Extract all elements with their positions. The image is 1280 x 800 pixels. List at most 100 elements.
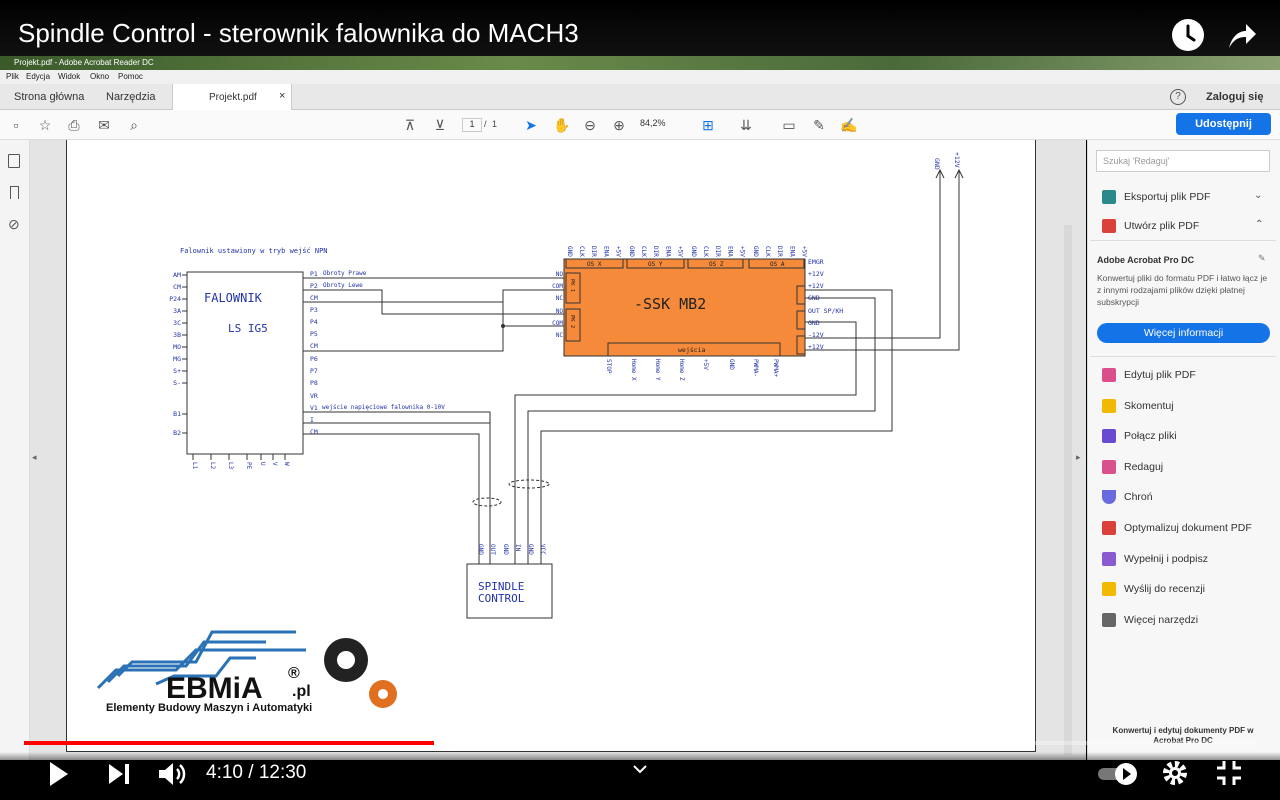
bookmark-icon[interactable] bbox=[10, 186, 19, 199]
share-button[interactable]: Udostępnij bbox=[1176, 113, 1271, 135]
share-button-label: Udostępnij bbox=[1195, 118, 1252, 130]
comment-icon[interactable]: ▭ bbox=[781, 117, 797, 133]
tool-fill-sign[interactable]: Wypełnij i podpisz bbox=[1102, 552, 1208, 566]
next-page-icon[interactable]: ⊻ bbox=[432, 117, 448, 133]
zoom-select[interactable]: 84,2% bbox=[640, 118, 686, 132]
menu-view[interactable]: Widok bbox=[58, 72, 80, 81]
select-cursor-icon[interactable]: ➤ bbox=[523, 117, 539, 133]
tool-more[interactable]: Więcej narzędzi bbox=[1102, 613, 1198, 627]
send-review-icon bbox=[1102, 582, 1116, 596]
logo-suffix: .pl bbox=[292, 683, 311, 700]
collapse-left-panel-icon[interactable]: ◂ bbox=[32, 452, 37, 463]
print-icon[interactable]: ⎙ bbox=[66, 117, 82, 133]
tool-optimize[interactable]: Optymalizuj dokument PDF bbox=[1102, 521, 1252, 535]
play-icon[interactable] bbox=[44, 760, 72, 788]
fit-page-icon[interactable]: ⊞ bbox=[700, 117, 716, 133]
exit-fullscreen-icon[interactable] bbox=[1215, 759, 1243, 787]
prev-page-icon[interactable]: ⊼ bbox=[402, 117, 418, 133]
help-icon[interactable]: ? bbox=[1170, 89, 1186, 105]
fal-left-pin: B1 bbox=[173, 410, 181, 418]
ssk-right-pin: EMGR bbox=[808, 258, 824, 266]
zoom-out-icon[interactable]: ⊖ bbox=[582, 117, 598, 133]
share-arrow-icon[interactable] bbox=[1226, 20, 1258, 50]
export-pdf-item[interactable]: Eksportuj plik PDF bbox=[1102, 190, 1210, 204]
menu-edit[interactable]: Edycja bbox=[26, 72, 50, 81]
next-icon[interactable] bbox=[106, 762, 132, 786]
chevron-up-icon[interactable]: ⌃ bbox=[1255, 219, 1263, 230]
create-pdf-label: Utwórz plik PDF bbox=[1124, 219, 1200, 232]
ssk-top-pin: CLK bbox=[702, 246, 709, 257]
tools-search-input[interactable]: Szukaj 'Redaguj' bbox=[1096, 150, 1270, 172]
hand-icon[interactable]: ✋ bbox=[553, 117, 570, 133]
login-link[interactable]: Zaloguj się bbox=[1206, 91, 1263, 103]
tool-label: Więcej narzędzi bbox=[1124, 613, 1199, 626]
tab-tools[interactable]: Narzędzia bbox=[106, 91, 156, 103]
sign-icon[interactable]: ✍ bbox=[840, 117, 857, 133]
volume-icon[interactable] bbox=[156, 760, 188, 788]
player-controls bbox=[0, 752, 1280, 800]
ssk-top-pin: +5V bbox=[676, 246, 683, 257]
page-total: 1 bbox=[492, 119, 498, 129]
menu-help[interactable]: Pomoc bbox=[118, 72, 143, 81]
fal-right-pin: CM bbox=[310, 342, 318, 350]
star-icon[interactable]: ☆ bbox=[37, 117, 53, 133]
clock-icon[interactable] bbox=[1172, 19, 1204, 51]
document-scrollbar[interactable] bbox=[1064, 225, 1072, 755]
supply-12v-label: +12V bbox=[953, 152, 961, 168]
panel-divider bbox=[1090, 240, 1276, 241]
autoplay-toggle[interactable] bbox=[1096, 760, 1142, 786]
collapse-right-panel-icon[interactable]: ▸ bbox=[1076, 452, 1081, 463]
fal-left-pin: 3C bbox=[173, 319, 181, 327]
mail-icon[interactable]: ✉ bbox=[96, 117, 112, 133]
attachment-icon[interactable]: ⊘ bbox=[8, 216, 20, 233]
tools-search-placeholder: Szukaj 'Redaguj' bbox=[1103, 156, 1170, 166]
fal-left-pin: S- bbox=[173, 379, 181, 387]
settings-icon[interactable] bbox=[1161, 759, 1189, 787]
tool-redact[interactable]: Redaguj bbox=[1102, 460, 1163, 474]
progress-played[interactable] bbox=[24, 741, 435, 745]
wrench-icon bbox=[1102, 613, 1116, 627]
fal-bottom-pin: V bbox=[271, 462, 278, 466]
v1-label: wejście napięciowe falownika 0-10V bbox=[322, 404, 445, 411]
pin-icon[interactable]: ✎ bbox=[1258, 253, 1266, 264]
logo-name: EBMiA bbox=[166, 672, 263, 705]
zoom-in-icon[interactable]: ⊕ bbox=[611, 117, 627, 133]
tool-send-review[interactable]: Wyślij do recenzji bbox=[1102, 582, 1205, 596]
save-icon[interactable]: ▫ bbox=[8, 117, 24, 133]
spindle-label-2: CONTROL bbox=[478, 592, 525, 605]
page-input[interactable]: 1 bbox=[462, 118, 482, 132]
chevron-down-icon[interactable] bbox=[632, 764, 648, 776]
fill-sign-icon bbox=[1102, 552, 1116, 566]
pk1-label: PK 1 bbox=[569, 279, 575, 292]
menu-window[interactable]: Okno bbox=[90, 72, 109, 81]
more-info-button[interactable]: Więcej informacji bbox=[1097, 323, 1270, 343]
video-title[interactable]: Spindle Control - sterownik falownika do… bbox=[18, 18, 579, 49]
create-pdf-item[interactable]: Utwórz plik PDF bbox=[1102, 219, 1199, 233]
ssk-left-pin: COM bbox=[552, 283, 563, 290]
tool-protect[interactable]: Chroń bbox=[1102, 490, 1153, 504]
ssk-top-pin: DIR bbox=[652, 246, 659, 257]
panel-divider bbox=[1090, 356, 1276, 357]
ssk-bottom-pin: Home Y bbox=[654, 359, 661, 381]
tool-combine[interactable]: Połącz pliki bbox=[1102, 429, 1177, 443]
pages-thumbnail-icon[interactable] bbox=[8, 154, 20, 168]
tool-edit-pdf[interactable]: Edytuj plik PDF bbox=[1102, 368, 1196, 382]
falownik-model: LS IG5 bbox=[228, 322, 268, 335]
tool-comment[interactable]: Skomentuj bbox=[1102, 399, 1174, 413]
pro-title: Adobe Acrobat Pro DC bbox=[1097, 255, 1195, 265]
chevron-down-icon[interactable]: ⌄ bbox=[1254, 190, 1262, 201]
tab-document-label: Projekt.pdf bbox=[209, 92, 257, 103]
comment-tool-icon bbox=[1102, 399, 1116, 413]
menu-file[interactable]: Plik bbox=[6, 72, 19, 81]
highlight-icon[interactable]: ✎ bbox=[811, 117, 827, 133]
scroll-mode-icon[interactable]: ⇊ bbox=[738, 117, 754, 133]
tab-home[interactable]: Strona główna bbox=[14, 91, 84, 103]
ssk-top-pin: CLK bbox=[764, 246, 771, 257]
tab-close-button[interactable]: × bbox=[279, 90, 285, 102]
fal-right-pin: CM bbox=[310, 294, 318, 302]
search-icon[interactable]: ⌕ bbox=[126, 117, 142, 133]
tool-label: Edytuj plik PDF bbox=[1124, 368, 1196, 381]
fal-left-pin: P24 bbox=[169, 295, 181, 303]
tool-label: Wyślij do recenzji bbox=[1124, 582, 1206, 595]
ssk-left-pin: NC bbox=[556, 295, 564, 302]
